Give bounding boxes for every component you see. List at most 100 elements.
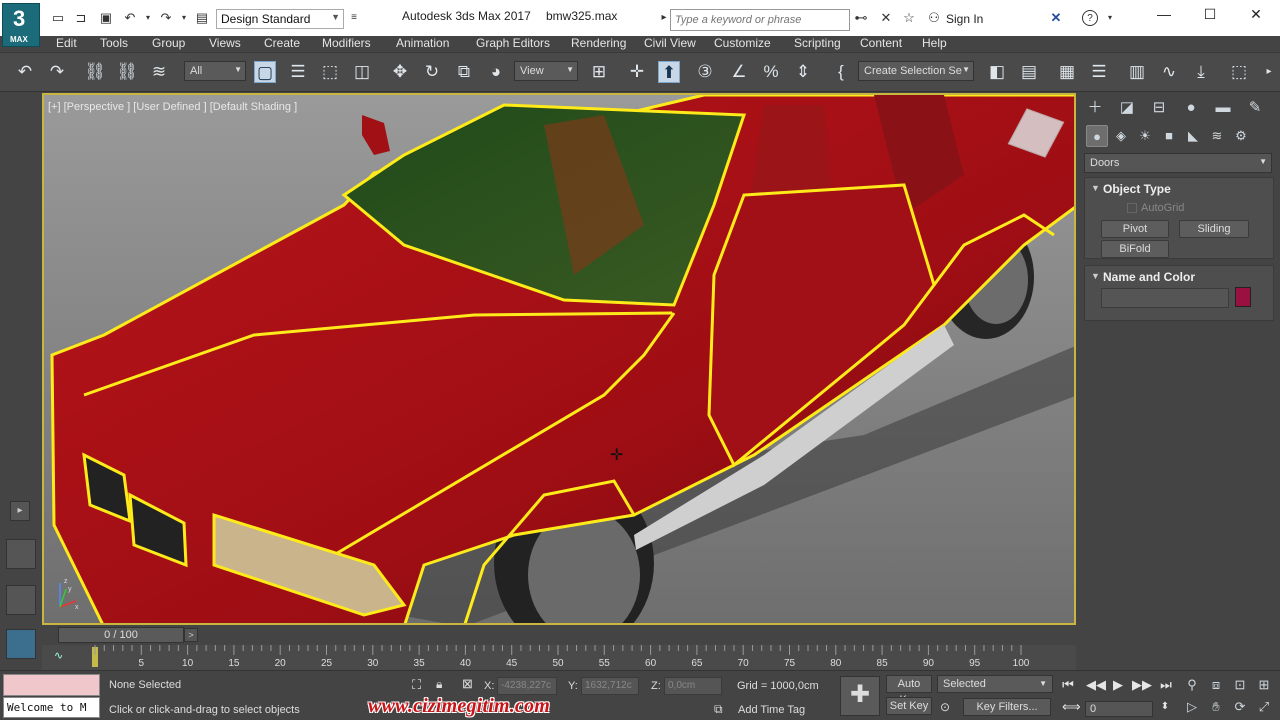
motion-tab-icon[interactable]: ● — [1180, 97, 1202, 119]
set-keys-button[interactable]: ✚ — [840, 676, 880, 716]
geometry-category-icon[interactable]: ● — [1086, 125, 1108, 147]
field-of-view-icon[interactable]: ▷ — [1184, 699, 1200, 715]
z-coord-field[interactable]: 0,0cm — [664, 677, 722, 695]
search-input[interactable] — [670, 9, 850, 31]
menu-edit[interactable]: Edit — [56, 36, 77, 50]
viewport-label[interactable]: [+] [Perspective ] [User Defined ] [Defa… — [48, 101, 297, 113]
autogrid-checkbox[interactable] — [1127, 203, 1137, 213]
menu-animation[interactable]: Animation — [396, 36, 449, 50]
absolute-mode-icon[interactable]: ⊠ — [462, 676, 473, 692]
perspective-viewport[interactable]: [+] [Perspective ] [User Defined ] [Defa… — [42, 93, 1076, 625]
hierarchy-tab-icon[interactable]: ⊟ — [1148, 97, 1170, 119]
toggle-ribbon-icon[interactable]: ▥ — [1126, 61, 1148, 83]
pivot-center-icon[interactable]: ⊞ — [588, 61, 610, 83]
new-file-icon[interactable]: ▭ — [50, 10, 66, 26]
menu-rendering[interactable]: Rendering — [571, 36, 626, 50]
frame-spinner-icon[interactable]: ⬍ — [1157, 699, 1173, 715]
bifold-door-button[interactable]: BiFold — [1101, 240, 1169, 258]
redo-dropdown-icon[interactable]: ▾ — [176, 10, 192, 26]
menu-create[interactable]: Create — [264, 36, 300, 50]
bind-space-warp-icon[interactable]: ≋ — [148, 61, 170, 83]
workspace-dropdown[interactable]: Design Standard ▼ — [216, 9, 344, 29]
maximize-viewport-icon[interactable]: ⤢ — [1256, 699, 1272, 715]
modify-tab-icon[interactable]: ◪ — [1116, 97, 1138, 119]
expand-layout-icon[interactable]: ▸ — [10, 501, 30, 521]
maxscript-output[interactable]: Welcome to M — [3, 697, 100, 718]
layout-tab-3[interactable] — [6, 629, 36, 659]
selection-filter-dropdown[interactable]: All ▼ — [184, 61, 246, 81]
material-editor-icon[interactable]: ⬚ — [1228, 61, 1250, 83]
align-icon[interactable]: ▤ — [1018, 61, 1040, 83]
select-and-place-icon[interactable]: ◕ — [485, 61, 507, 83]
favorites-star-icon[interactable]: ☆ — [901, 10, 917, 26]
redo-icon[interactable]: ↷ — [158, 10, 174, 26]
percent-snap-icon[interactable]: % — [760, 61, 782, 83]
undo-icon[interactable]: ↶ — [122, 10, 138, 26]
collapse-arrow-icon[interactable]: ▼ — [1091, 271, 1100, 281]
create-tab-icon[interactable]: ＋ — [1084, 97, 1106, 119]
open-file-icon[interactable]: ⊐ — [73, 10, 89, 26]
key-set-dropdown[interactable]: Selected ▼ — [937, 675, 1053, 693]
object-category-dropdown[interactable]: Doors ▼ — [1084, 153, 1272, 173]
menu-help[interactable]: Help — [922, 36, 947, 50]
spinner-snap-icon[interactable]: ⇕ — [792, 61, 814, 83]
reference-coordinate-dropdown[interactable]: View ▼ — [514, 61, 578, 81]
curve-editor-icon[interactable]: ∿ — [1158, 61, 1180, 83]
select-object-icon[interactable]: ▢ — [254, 61, 276, 83]
add-time-tag-label[interactable]: Add Time Tag — [738, 704, 805, 716]
key-mode-toggle-icon[interactable]: ⟺ — [1062, 699, 1081, 715]
key-filters-button[interactable]: Key Filters... — [963, 698, 1051, 716]
help-icon[interactable]: ? — [1082, 10, 1098, 26]
pivot-door-button[interactable]: Pivot — [1101, 220, 1169, 238]
app-logo[interactable]: 3 MAX — [2, 3, 40, 47]
menu-modifiers[interactable]: Modifiers — [322, 36, 371, 50]
menu-views[interactable]: Views — [209, 36, 241, 50]
menu-scripting[interactable]: Scripting — [794, 36, 841, 50]
set-key-button[interactable]: Set Key — [886, 697, 932, 715]
track-bar[interactable]: ∿ 5 10 15 20 25 30 35 40 45 50 55 60 65 70 75 80 85 90 95 1… — [42, 645, 1076, 670]
layout-tab-2[interactable] — [6, 585, 36, 615]
close-button[interactable]: ✕ — [1244, 6, 1268, 26]
pan-icon[interactable]: ✋︎ — [1208, 699, 1224, 715]
collapse-arrow-icon[interactable]: ▼ — [1091, 183, 1100, 193]
utilities-tab-icon[interactable]: ✎ — [1244, 97, 1266, 119]
previous-key-icon[interactable]: ◀◀ — [1086, 677, 1106, 693]
zoom-extents-all-icon[interactable]: ⊞ — [1256, 677, 1272, 693]
object-name-field[interactable] — [1101, 288, 1229, 308]
go-to-end-icon[interactable]: ⏭ — [1158, 677, 1174, 693]
menu-group[interactable]: Group — [152, 36, 185, 50]
window-crossing-icon[interactable]: ◫ — [351, 61, 373, 83]
redo-icon[interactable]: ↷ — [46, 61, 68, 83]
zoom-extents-icon[interactable]: ⊡ — [1232, 677, 1248, 693]
display-tab-icon[interactable]: ▬ — [1212, 97, 1234, 119]
name-and-color-title[interactable]: Name and Color — [1103, 270, 1195, 284]
exchange-apps-icon[interactable]: ✕ — [1048, 10, 1064, 26]
user-icon[interactable]: ⚇ — [926, 10, 942, 26]
helpers-category-icon[interactable]: ◣ — [1182, 125, 1204, 147]
isolate-selection-icon[interactable]: ⛶ — [412, 677, 421, 693]
help-dropdown-icon[interactable]: ▾ — [1102, 10, 1118, 26]
time-slider-thumb[interactable]: 0 / 100 — [58, 627, 184, 643]
schematic-view-icon[interactable]: ⤓ — [1190, 61, 1212, 83]
object-color-swatch[interactable] — [1235, 287, 1251, 307]
go-to-start-icon[interactable]: ⏮ — [1060, 677, 1076, 693]
key-mode-icon[interactable]: ⊙ — [940, 700, 950, 714]
angle-snap-icon[interactable]: ∠ — [728, 61, 750, 83]
space-warps-category-icon[interactable]: ≋ — [1206, 125, 1228, 147]
menu-civil-view[interactable]: Civil View — [644, 36, 696, 50]
orbit-icon[interactable]: ⟳ — [1232, 699, 1248, 715]
snaps-toggle-icon[interactable]: ③ — [694, 61, 716, 83]
sign-in-link[interactable]: Sign In — [946, 12, 983, 26]
undo-dropdown-icon[interactable]: ▾ — [140, 10, 156, 26]
next-key-icon[interactable]: ▶▶ — [1132, 677, 1152, 693]
scene-explorer-icon[interactable]: ▦ — [1056, 61, 1078, 83]
systems-category-icon[interactable]: ⚙ — [1230, 125, 1252, 147]
shapes-category-icon[interactable]: ◈ — [1110, 125, 1132, 147]
layer-explorer-icon[interactable]: ☰ — [1088, 61, 1110, 83]
unlink-icon[interactable]: ⛓ — [116, 61, 138, 83]
auto-key-button[interactable]: Auto Key — [886, 675, 932, 706]
time-tag-icon[interactable]: ⧉ — [714, 702, 723, 717]
select-by-name-icon[interactable]: ☰ — [287, 61, 309, 83]
binoculars-icon[interactable]: ⊷ — [853, 10, 869, 26]
edit-named-selection-icon[interactable]: { — [830, 61, 852, 83]
